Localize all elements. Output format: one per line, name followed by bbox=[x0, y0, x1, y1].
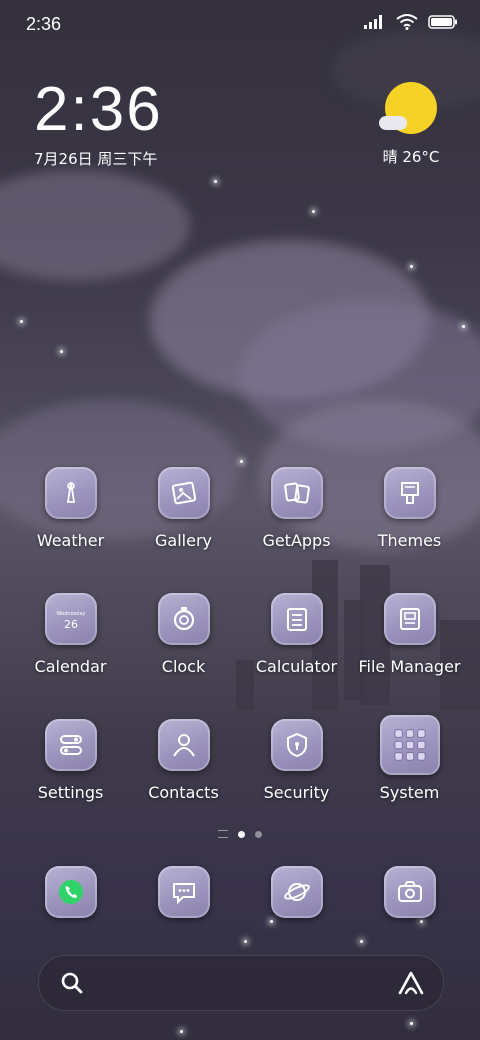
file-manager-icon bbox=[383, 593, 436, 645]
dock-phone[interactable] bbox=[14, 866, 127, 918]
app-contacts[interactable]: Contacts bbox=[127, 719, 240, 802]
folder-system[interactable]: System bbox=[353, 715, 466, 802]
app-label: Clock bbox=[161, 657, 206, 676]
messages-icon bbox=[157, 866, 210, 918]
dock-messages[interactable] bbox=[127, 866, 240, 918]
status-bar: 2:36 bbox=[0, 0, 480, 48]
camera-icon bbox=[383, 866, 436, 918]
app-label: File Manager bbox=[358, 657, 461, 676]
app-row: Settings Contacts Security System bbox=[14, 715, 466, 802]
browser-icon bbox=[270, 866, 323, 918]
clock-widget-date: 7月26日 周三下午 bbox=[34, 150, 158, 168]
page-dot bbox=[255, 830, 262, 838]
page-list-icon bbox=[218, 830, 228, 838]
status-time: 2:36 bbox=[26, 14, 62, 34]
app-row: Weather Gallery GetApps Themes bbox=[14, 467, 466, 550]
calendar-icon: Wednesday 26 bbox=[44, 593, 97, 645]
app-row: Wednesday 26 Calendar Clock Calculator Fi… bbox=[14, 593, 466, 676]
app-security[interactable]: Security bbox=[240, 719, 353, 802]
clock-widget[interactable]: 2:36 7月26日 周三下午 bbox=[34, 78, 163, 169]
app-getapps[interactable]: GetApps bbox=[240, 467, 353, 550]
search-icon[interactable] bbox=[59, 970, 85, 996]
security-icon bbox=[270, 719, 323, 771]
contacts-icon bbox=[157, 719, 210, 771]
wifi-icon bbox=[396, 14, 418, 30]
app-gallery[interactable]: Gallery bbox=[127, 467, 240, 550]
page-indicator[interactable] bbox=[0, 830, 480, 838]
app-settings[interactable]: Settings bbox=[14, 719, 127, 802]
settings-icon bbox=[44, 719, 97, 771]
weather-condition-temp: 晴 26°C bbox=[382, 148, 440, 166]
app-label: Gallery bbox=[155, 531, 212, 550]
battery-icon bbox=[428, 15, 457, 29]
app-weather[interactable]: Weather bbox=[14, 467, 127, 550]
clock-icon bbox=[157, 593, 210, 645]
gallery-icon bbox=[157, 467, 210, 519]
app-label: Settings bbox=[37, 783, 104, 802]
svg-text:26: 26 bbox=[64, 618, 78, 631]
app-label: GetApps bbox=[262, 531, 331, 550]
getapps-icon bbox=[270, 467, 323, 519]
app-themes[interactable]: Themes bbox=[353, 467, 466, 550]
dock bbox=[14, 866, 466, 918]
app-label: Themes bbox=[377, 531, 442, 550]
assistant-icon[interactable] bbox=[397, 970, 425, 996]
app-file-manager[interactable]: File Manager bbox=[353, 593, 466, 676]
sunny-cloud-icon bbox=[379, 82, 437, 134]
app-label: Weather bbox=[36, 531, 105, 550]
clock-widget-time: 2:36 bbox=[34, 75, 163, 144]
app-label: Calculator bbox=[255, 657, 338, 676]
app-clock[interactable]: Clock bbox=[127, 593, 240, 676]
calculator-icon bbox=[270, 593, 323, 645]
dock-browser[interactable] bbox=[240, 866, 353, 918]
signal-icon bbox=[364, 15, 382, 29]
app-label: Contacts bbox=[148, 783, 219, 802]
app-calendar[interactable]: Wednesday 26 Calendar bbox=[14, 593, 127, 676]
app-label: Calendar bbox=[34, 657, 107, 676]
weather-icon bbox=[44, 467, 97, 519]
search-bar[interactable] bbox=[38, 955, 444, 1011]
phone-icon bbox=[44, 866, 97, 918]
folder-icon bbox=[379, 715, 440, 775]
weather-widget[interactable]: 晴 26°C bbox=[376, 82, 446, 167]
status-icons bbox=[364, 14, 458, 30]
themes-icon bbox=[383, 467, 436, 519]
app-calculator[interactable]: Calculator bbox=[240, 593, 353, 676]
svg-text:Wednesday: Wednesday bbox=[56, 611, 85, 617]
page-dot-active bbox=[238, 830, 245, 838]
app-label: System bbox=[379, 783, 440, 802]
app-label: Security bbox=[263, 783, 330, 802]
dock-camera[interactable] bbox=[353, 866, 466, 918]
